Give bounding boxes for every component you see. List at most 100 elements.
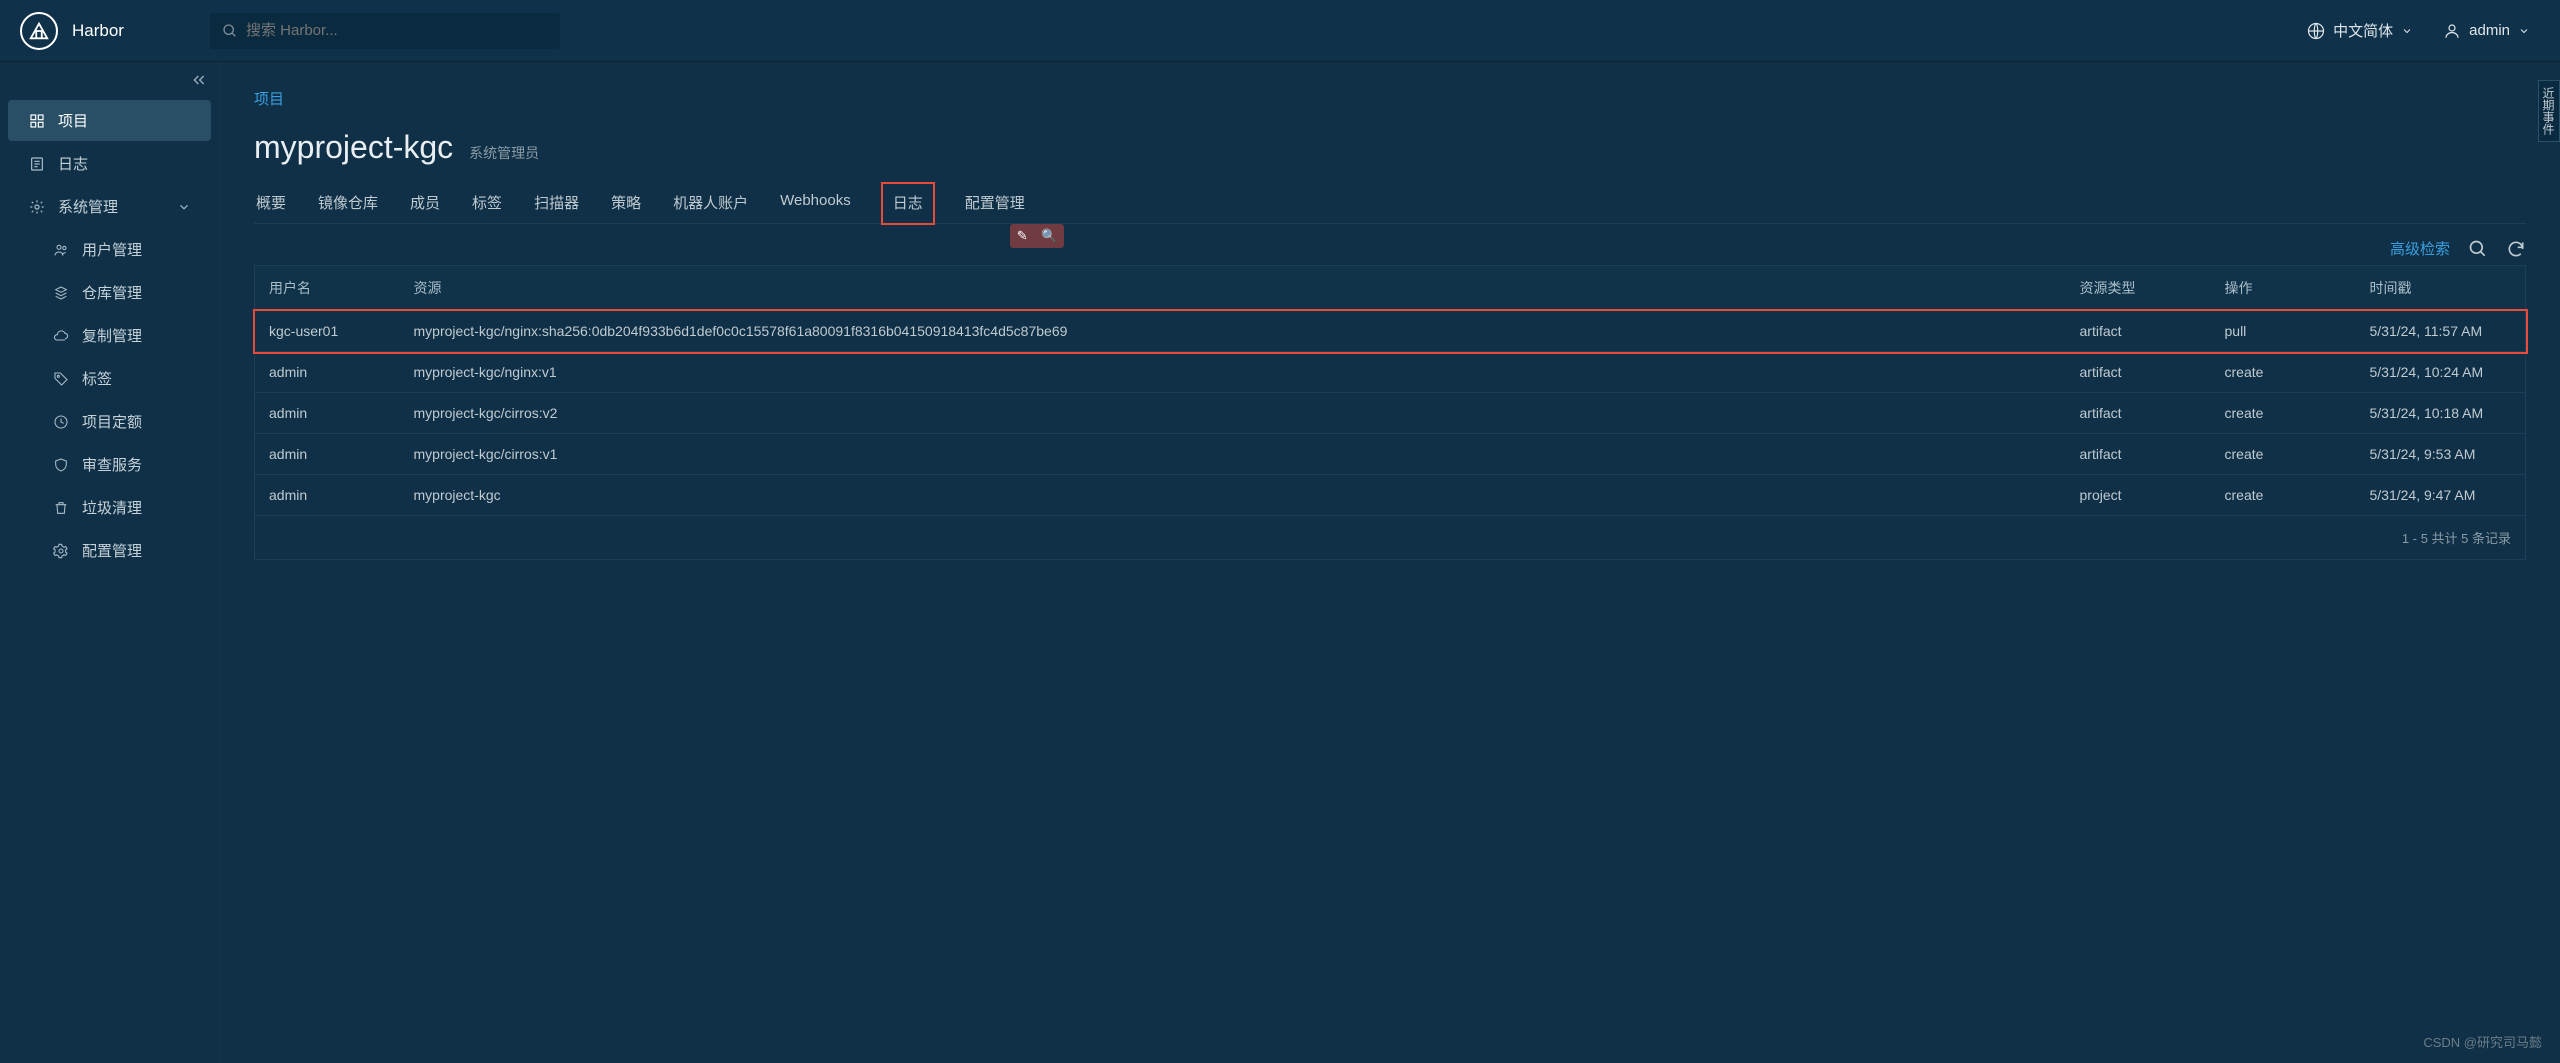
tab-policy[interactable]: 策略 [609, 182, 643, 223]
sidebar-item-replication[interactable]: 复制管理 [8, 315, 211, 356]
projects-icon [28, 113, 46, 129]
col-resource[interactable]: 资源 [400, 266, 2066, 311]
search-icon[interactable]: 🔍 [1041, 228, 1057, 244]
harbor-logo-icon [20, 12, 58, 50]
cell-operation: create [2211, 434, 2356, 475]
sidebar-item-projects[interactable]: 项目 [8, 100, 211, 141]
cell-resource: myproject-kgc/cirros:v2 [400, 393, 2066, 434]
shield-icon [52, 457, 70, 473]
cell-resource: myproject-kgc/cirros:v1 [400, 434, 2066, 475]
cell-operation: create [2211, 352, 2356, 393]
trash-icon [52, 500, 70, 516]
recent-events-panel-toggle[interactable]: 近期事件 [2538, 80, 2560, 142]
cell-resource_type: artifact [2066, 311, 2211, 352]
sidebar-item-logs[interactable]: 日志 [8, 143, 211, 184]
cell-timestamp: 5/31/24, 10:24 AM [2356, 352, 2526, 393]
col-user[interactable]: 用户名 [255, 266, 400, 311]
sidebar-item-label: 项目定额 [82, 411, 142, 432]
cell-operation: create [2211, 393, 2356, 434]
search-button[interactable] [2468, 239, 2488, 259]
chevron-down-icon [2401, 25, 2413, 37]
cell-resource: myproject-kgc [400, 475, 2066, 516]
cell-user: admin [255, 475, 400, 516]
sidebar-item-label: 垃圾清理 [82, 497, 142, 518]
col-timestamp[interactable]: 时间戳 [2356, 266, 2526, 311]
logs-icon [28, 156, 46, 172]
language-switcher[interactable]: 中文简体 [2307, 20, 2413, 41]
sidebar-item-label: 仓库管理 [82, 282, 142, 303]
sidebar-item-users[interactable]: 用户管理 [8, 229, 211, 270]
sidebar-item-label: 项目 [58, 110, 88, 131]
cell-user: admin [255, 352, 400, 393]
cell-resource_type: artifact [2066, 434, 2211, 475]
cell-operation: pull [2211, 311, 2356, 352]
admin-icon [28, 199, 46, 215]
cell-user: kgc-user01 [255, 311, 400, 352]
table-footer: 1 - 5 共计 5 条记录 [255, 516, 2526, 560]
project-name: myproject-kgc [254, 129, 453, 166]
user-menu[interactable]: admin [2443, 22, 2530, 40]
search-input[interactable] [246, 22, 548, 39]
sidebar-item-label: 复制管理 [82, 325, 142, 346]
tab-scanner[interactable]: 扫描器 [532, 182, 581, 223]
advanced-search-link[interactable]: 高级检索 [2390, 238, 2450, 259]
sidebar-item-configuration[interactable]: 配置管理 [8, 530, 211, 571]
sidebar-item-label: 配置管理 [82, 540, 142, 561]
chevron-down-icon [2518, 25, 2530, 37]
cell-timestamp: 5/31/24, 11:57 AM [2356, 311, 2526, 352]
sidebar-item-label: 日志 [58, 153, 88, 174]
sidebar-item-gc[interactable]: 垃圾清理 [8, 487, 211, 528]
users-icon [52, 242, 70, 258]
header: Harbor 中文简体 admin [0, 0, 2560, 62]
col-resource-type[interactable]: 资源类型 [2066, 266, 2211, 311]
cell-user: admin [255, 434, 400, 475]
gear-icon [52, 543, 70, 559]
cell-resource_type: artifact [2066, 352, 2211, 393]
sidebar-item-label: 标签 [82, 368, 112, 389]
log-toolbar: 高级检索 [254, 238, 2526, 259]
table-row[interactable]: adminmyproject-kgcprojectcreate5/31/24, … [255, 475, 2526, 516]
table-row[interactable]: adminmyproject-kgc/cirros:v2artifactcrea… [255, 393, 2526, 434]
sidebar-item-registries[interactable]: 仓库管理 [8, 272, 211, 313]
col-operation[interactable]: 操作 [2211, 266, 2356, 311]
brand-section: Harbor [0, 12, 190, 50]
tab-configuration[interactable]: 配置管理 [963, 182, 1027, 223]
tab-webhooks[interactable]: Webhooks [778, 182, 853, 223]
sidebar-item-label: 系统管理 [58, 196, 118, 217]
brand-name: Harbor [72, 21, 124, 41]
sidebar-item-label: 审查服务 [82, 454, 142, 475]
breadcrumb[interactable]: 项目 [254, 88, 2526, 109]
tab-labels[interactable]: 标签 [470, 182, 504, 223]
table-row[interactable]: kgc-user01myproject-kgc/nginx:sha256:0db… [255, 311, 2526, 352]
header-right: 中文简体 admin [2307, 20, 2560, 41]
cell-timestamp: 5/31/24, 9:47 AM [2356, 475, 2526, 516]
tab-robot-accounts[interactable]: 机器人账户 [671, 182, 750, 223]
sidebar-item-administration[interactable]: 系统管理 [8, 186, 211, 227]
sidebar-item-label: 用户管理 [82, 239, 142, 260]
table-row[interactable]: adminmyproject-kgc/nginx:v1artifactcreat… [255, 352, 2526, 393]
tab-repositories[interactable]: 镜像仓库 [316, 182, 380, 223]
sidebar-collapse-button[interactable] [191, 72, 207, 88]
sidebar-item-quotas[interactable]: 项目定额 [8, 401, 211, 442]
user-icon [2443, 22, 2461, 40]
project-role: 系统管理员 [469, 143, 539, 163]
table-row[interactable]: adminmyproject-kgc/cirros:v1artifactcrea… [255, 434, 2526, 475]
global-search[interactable] [210, 13, 560, 49]
cell-resource: myproject-kgc/nginx:v1 [400, 352, 2066, 393]
cell-timestamp: 5/31/24, 10:18 AM [2356, 393, 2526, 434]
cloud-icon [52, 328, 70, 344]
cell-operation: create [2211, 475, 2356, 516]
sidebar-item-labels[interactable]: 标签 [8, 358, 211, 399]
refresh-button[interactable] [2506, 239, 2526, 259]
chevron-down-icon [177, 200, 191, 214]
edit-icon[interactable]: ✎ [1017, 228, 1028, 244]
tab-logs[interactable]: 日志 [881, 182, 935, 225]
globe-icon [2307, 22, 2325, 40]
search-icon [222, 23, 238, 39]
cell-resource: myproject-kgc/nginx:sha256:0db204f933b6d… [400, 311, 2066, 352]
annotation-toolbar[interactable]: ✎ 🔍 [1010, 224, 1064, 248]
sidebar-item-interrogation[interactable]: 审查服务 [8, 444, 211, 485]
tab-summary[interactable]: 概要 [254, 182, 288, 223]
tab-members[interactable]: 成员 [408, 182, 442, 223]
main-content: 项目 myproject-kgc 系统管理员 概要 镜像仓库 成员 标签 扫描器… [220, 62, 2560, 1063]
